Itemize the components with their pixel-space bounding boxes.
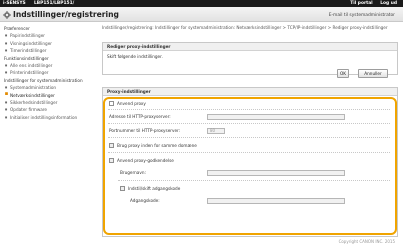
sidebar-item-paper[interactable]: Papirindstillinger [0, 32, 98, 40]
http-port-input[interactable]: 80 [207, 128, 225, 134]
cancel-button[interactable]: Annuller [358, 69, 388, 78]
proxy-settings-title: Proxy-indstillinger [103, 88, 397, 96]
sidebar-item-printer[interactable]: Printerindstillinger [0, 69, 98, 77]
sidebar-item-common[interactable]: Alle ens indstillinger [0, 62, 98, 70]
same-domain-label: Brug proxy inden for samme domæne [117, 143, 197, 148]
sidebar: Præferencer Papirindstillinger Visningsi… [0, 25, 98, 240]
sidebar-item-initialize[interactable]: Initialiser indstillingsinformation [0, 114, 98, 122]
username-input[interactable] [207, 170, 345, 176]
same-domain-checkbox[interactable] [109, 143, 114, 148]
http-address-label: Adresse til HTTP-proxyserver: [109, 114, 171, 119]
mail-admin-link[interactable]: E-mail til systemadministrator [329, 13, 395, 18]
password-input[interactable] [207, 198, 345, 204]
use-proxy-label: Anvend proxy [117, 101, 146, 106]
proxy-auth-checkbox[interactable] [109, 158, 114, 163]
gear-icon [3, 10, 11, 19]
main-content: Indstillinger/registrering: Indstillinge… [102, 25, 400, 237]
divider [108, 123, 390, 124]
sidebar-group-functions: Funktionsindstillinger [4, 55, 49, 61]
sidebar-item-security[interactable]: Sikkerhedsindstillinger [0, 99, 98, 107]
divider [108, 152, 390, 153]
sidebar-item-timer[interactable]: Timerindstillinger [0, 47, 98, 55]
edit-proxy-panel: Rediger proxy-indstillinger Skift følgen… [102, 42, 398, 75]
device-model: LBP151/LBP151/ [34, 1, 75, 7]
http-address-input[interactable] [207, 114, 345, 120]
use-proxy-checkbox[interactable] [109, 101, 114, 106]
sidebar-item-display[interactable]: Visningsindstillinger [0, 40, 98, 48]
http-port-label: Portnummer til HTTP-proxyserver: [109, 128, 181, 133]
copyright: Copyright CANON INC. 2015 [338, 239, 395, 244]
edit-proxy-panel-title: Rediger proxy-indstillinger [103, 43, 397, 51]
top-links: Til portal Log ud [344, 1, 397, 6]
ok-button[interactable]: OK [337, 69, 349, 78]
password-label: Adgangskode: [130, 198, 160, 203]
username-label: Brugernavn: [120, 170, 146, 175]
page-header: Indstillinger/registrering E-mail til sy… [0, 7, 403, 22]
sidebar-item-firmware[interactable]: Opdater firmware [0, 106, 98, 114]
edit-proxy-description: Skift følgende indstillinger. [107, 54, 163, 59]
set-password-label: Indstil/skift adgangskode [128, 186, 181, 191]
divider [118, 180, 390, 181]
proxy-auth-label: Anvend proxy-godkendelse [117, 158, 174, 163]
breadcrumb: Indstillinger/registrering: Indstillinge… [102, 25, 388, 30]
sidebar-item-network[interactable]: Netværksindstillinger [0, 91, 98, 99]
logout-link[interactable]: Log ud [380, 1, 397, 6]
set-password-checkbox[interactable] [120, 186, 125, 191]
portal-link[interactable]: Til portal [350, 1, 372, 6]
divider [108, 137, 390, 138]
brand-logo: i-SENSYS [3, 1, 26, 7]
sidebar-group-preferences: Præferencer [4, 26, 30, 31]
top-bar: i-SENSYS LBP151/LBP151/ Til portal Log u… [0, 0, 403, 7]
sidebar-group-admin: Indstillinger for systemadministration [4, 77, 83, 83]
divider [108, 109, 390, 110]
sidebar-item-system-management[interactable]: Systemadministration [0, 84, 98, 92]
page-title: Indstillinger/registrering [13, 10, 119, 19]
